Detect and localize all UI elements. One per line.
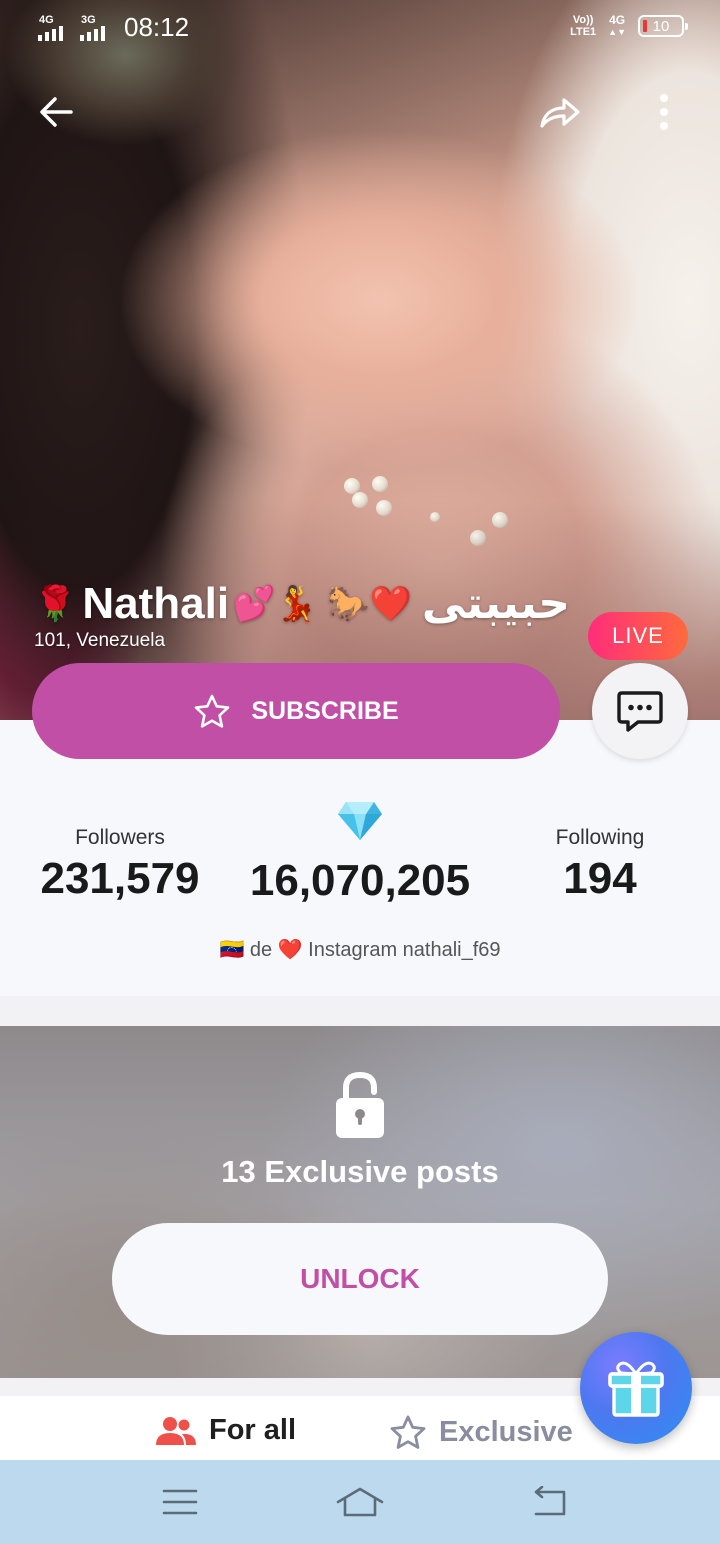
recent-apps-button[interactable]	[152, 1478, 208, 1526]
followers-stat[interactable]: Followers 231,579	[30, 826, 210, 904]
profile-location: 101, Venezuela	[34, 630, 166, 651]
back-icon	[534, 1486, 566, 1516]
unlock-button[interactable]: UNLOCK	[112, 1223, 608, 1335]
profile-name: 🌹 Nathali 💕💃 🐎❤️ حبيبتى	[34, 578, 570, 629]
battery-icon: 10	[638, 15, 688, 37]
following-stat[interactable]: Following 194	[520, 826, 680, 904]
system-back-button[interactable]	[520, 1478, 576, 1526]
gift-button[interactable]	[580, 1332, 692, 1444]
home-button[interactable]	[332, 1478, 388, 1526]
venezuela-flag-icon: 🇻🇪	[219, 939, 245, 961]
more-vert-icon	[660, 94, 668, 130]
star-icon	[195, 694, 230, 728]
tab-for-all-label: For all	[209, 1414, 297, 1446]
system-nav-bar	[0, 1460, 720, 1544]
more-options-button[interactable]	[640, 88, 688, 136]
followers-count: 231,579	[40, 854, 200, 903]
diamond-icon	[338, 802, 382, 840]
back-button[interactable]	[32, 88, 80, 136]
profile-bio: 🇻🇪 de ❤️ Instagram nathali_f69	[0, 937, 720, 962]
diamonds-stat: 16,070,205	[240, 852, 480, 906]
clock: 08:12	[124, 12, 190, 42]
chat-icon	[617, 691, 663, 732]
volte-indicator: Vo)) LTE1	[570, 14, 597, 38]
following-label: Following	[555, 826, 645, 849]
sim2-signal-icon: 3G	[80, 14, 112, 41]
people-icon	[156, 1416, 196, 1445]
followers-label: Followers	[75, 826, 165, 849]
live-badge[interactable]: LIVE	[588, 612, 688, 660]
data-network-icon: 4G ▲▼	[608, 13, 626, 37]
star-outline-icon	[390, 1415, 426, 1449]
tab-exclusive-label: Exclusive	[439, 1415, 573, 1448]
heart-icon: ❤️	[277, 939, 303, 961]
chat-button[interactable]	[592, 663, 688, 759]
share-icon	[540, 98, 580, 128]
diamonds-count: 16,070,205	[249, 856, 471, 905]
profile-name-text: Nathali	[82, 578, 230, 628]
back-arrow-icon	[40, 97, 73, 127]
menu-icon	[162, 1489, 198, 1515]
bio-text-2: Instagram nathali_f69	[302, 939, 501, 961]
exclusive-posts-count: 13 Exclusive posts	[221, 1154, 499, 1189]
gift-icon	[608, 1361, 664, 1417]
following-count: 194	[563, 854, 637, 903]
bio-text-1: de	[244, 939, 278, 961]
sim1-signal-icon: 4G	[38, 14, 70, 41]
tab-exclusive[interactable]: Exclusive	[389, 1414, 573, 1450]
status-bar: 4G 3G 08:12 Vo)) LTE1 4G ▲▼ 10	[0, 0, 720, 56]
lock-icon	[336, 1071, 384, 1138]
name-emojis: 💕💃 🐎❤️	[233, 584, 412, 623]
rose-emoji: 🌹	[34, 584, 77, 623]
subscribe-button[interactable]: SUBSCRIBE	[32, 663, 560, 759]
share-button[interactable]	[536, 88, 584, 136]
tab-for-all[interactable]: For all	[155, 1414, 296, 1447]
home-icon	[336, 1487, 384, 1517]
profile-name-arabic: حبيبتى	[421, 579, 570, 628]
subscribe-label: SUBSCRIBE	[251, 696, 399, 725]
